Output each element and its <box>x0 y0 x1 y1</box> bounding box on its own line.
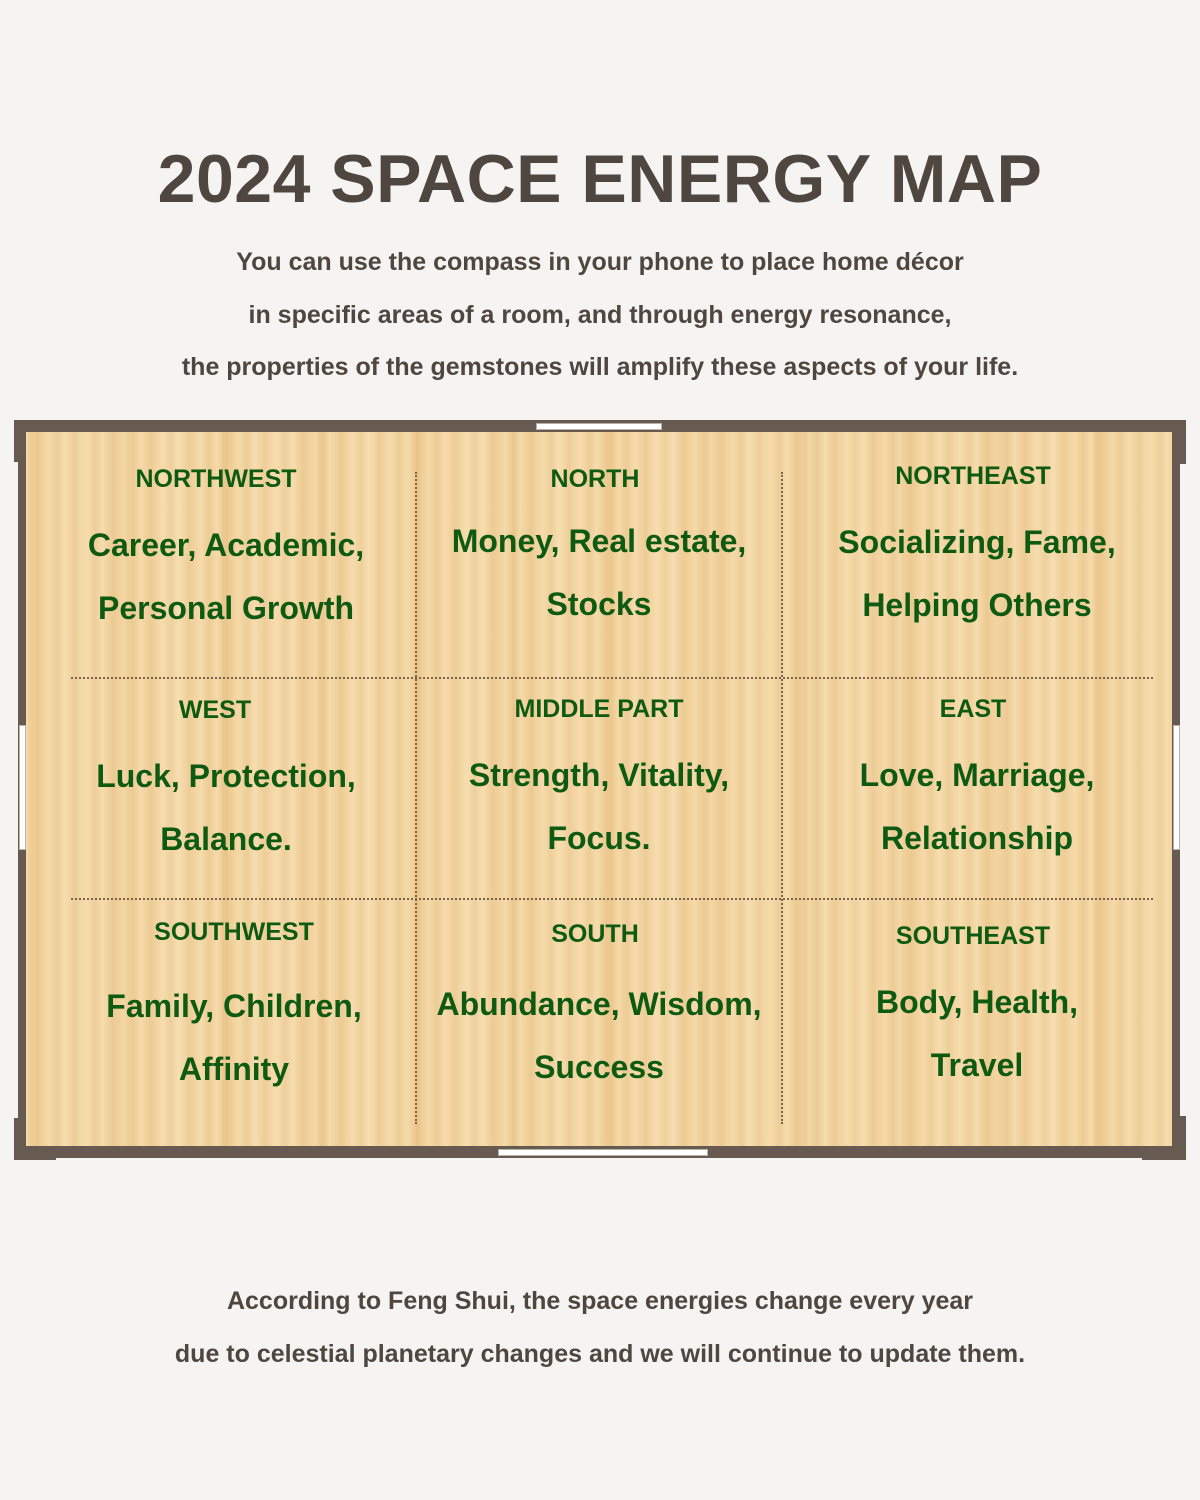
zone-middle: MIDDLE PART Strength, Vitality, Focus. <box>418 694 780 870</box>
zone-description: Helping Others <box>862 587 1092 623</box>
zone-description: Strength, Vitality, <box>468 757 730 793</box>
footer-note: According to Feng Shui, the space energi… <box>0 1282 1200 1388</box>
zone-south: SOUTH Abundance, Wisdom, Success <box>418 919 780 1099</box>
zone-north: NORTH Money, Real estate, Stocks <box>418 464 780 636</box>
floor-plan: NORTHWEST Career, Academic, Personal Gro… <box>14 420 1186 1160</box>
zone-direction: SOUTHWEST <box>154 918 314 946</box>
zone-southeast: SOUTHEAST Body, Health, Travel <box>796 921 1158 1097</box>
zone-east: EAST Love, Marriage, Relationship <box>796 694 1158 870</box>
zone-description: Personal Growth <box>97 590 355 626</box>
grid-divider-horizontal <box>71 677 1153 679</box>
zone-description: Love, Marriage, <box>859 757 1095 793</box>
zone-direction: MIDDLE PART <box>514 695 684 723</box>
grid-divider-vertical <box>781 472 783 1124</box>
zone-description: Relationship <box>880 820 1073 856</box>
zone-direction: EAST <box>939 695 1007 723</box>
zone-west: WEST Luck, Protection, Balance. <box>46 695 406 871</box>
zone-description: Focus. <box>547 820 651 856</box>
zone-northeast: NORTHEAST Socializing, Fame, Helping Oth… <box>796 461 1158 637</box>
zone-description: Balance. <box>160 821 292 857</box>
zone-direction: NORTHWEST <box>135 465 297 493</box>
zone-description: Body, Health, <box>875 984 1079 1020</box>
zone-direction: WEST <box>178 696 252 724</box>
zone-direction: NORTH <box>550 465 640 493</box>
zone-description: Career, Academic, <box>87 527 365 563</box>
footer-line: According to Feng Shui, the space energi… <box>226 1287 974 1315</box>
zone-southwest: SOUTHWEST Family, Children, Affinity <box>54 917 414 1101</box>
zone-description: Socializing, Fame, <box>838 524 1116 560</box>
wood-floor: NORTHWEST Career, Academic, Personal Gro… <box>26 432 1172 1146</box>
grid-divider-vertical <box>415 472 417 1124</box>
intro-text: You can use the compass in your phone to… <box>0 243 1200 401</box>
zone-northwest: NORTHWEST Career, Academic, Personal Gro… <box>46 464 406 640</box>
zone-description: Family, Children, <box>106 988 362 1024</box>
grid-divider-horizontal <box>71 898 1153 900</box>
zone-description: Success <box>534 1049 664 1085</box>
zone-direction: SOUTH <box>551 920 639 948</box>
page-title: 2024 SPACE ENERGY MAP <box>157 141 1043 217</box>
zone-direction: SOUTHEAST <box>895 922 1051 950</box>
zone-description: Stocks <box>546 586 652 622</box>
intro-line: the properties of the gemstones will amp… <box>181 353 1019 381</box>
window-west <box>19 725 26 850</box>
window-east <box>1173 725 1180 850</box>
zone-description: Money, Real estate, <box>451 523 747 559</box>
zone-description: Travel <box>930 1047 1024 1083</box>
zone-description: Affinity <box>178 1051 290 1087</box>
intro-line: in specific areas of a room, and through… <box>248 300 952 329</box>
zone-description: Luck, Protection, <box>96 758 356 794</box>
window-north <box>536 423 662 430</box>
footer-line: due to celestial planetary changes and w… <box>174 1340 1026 1368</box>
zone-direction: NORTHEAST <box>895 462 1051 490</box>
zone-description: Abundance, Wisdom, <box>436 986 762 1022</box>
window-south <box>498 1149 708 1156</box>
intro-line: You can use the compass in your phone to… <box>236 248 964 276</box>
